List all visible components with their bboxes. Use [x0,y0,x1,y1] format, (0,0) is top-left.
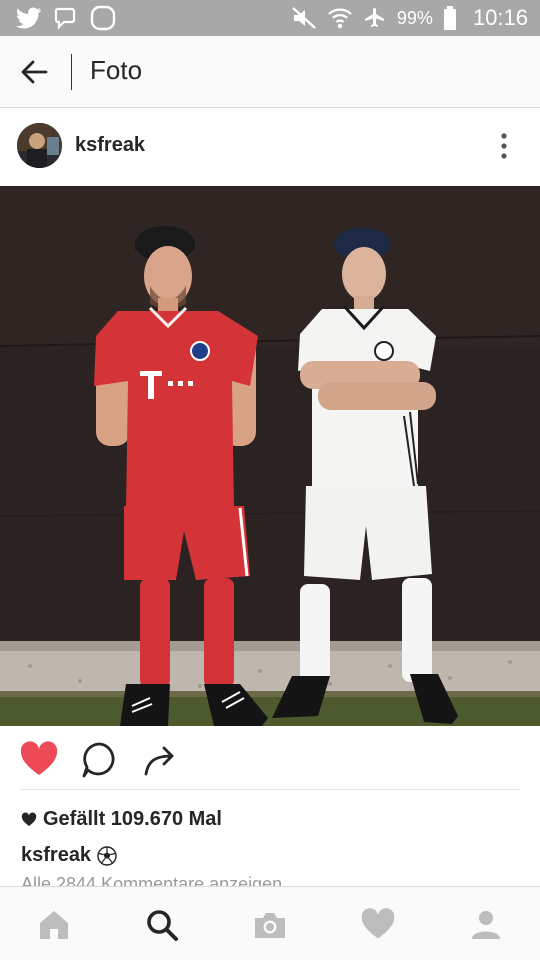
activity-heart-icon [360,907,396,943]
profile-icon [468,907,504,943]
avatar[interactable] [17,123,62,168]
share-button[interactable] [140,740,180,780]
top-header: Foto [0,36,540,108]
nav-camera[interactable] [252,907,288,943]
post-username[interactable]: ksfreak [75,134,145,157]
comment-button[interactable] [80,740,120,780]
nav-profile[interactable] [468,907,504,943]
battery-level: 99% [396,7,433,28]
camera-icon [252,907,288,943]
actions-divider [20,789,520,790]
likes-count[interactable]: Gefällt 109.670 Mal [21,808,222,831]
more-options-button[interactable] [492,132,516,162]
caption-username[interactable]: ksfreak [21,844,91,867]
mute-icon [291,6,317,30]
search-icon [144,907,180,943]
nav-search[interactable] [144,907,180,943]
header-divider [71,54,72,90]
back-button[interactable] [16,54,52,90]
clock: 10:16 [472,5,528,30]
post-photo[interactable] [0,186,540,726]
post-actions [0,726,540,790]
nav-home[interactable] [36,907,72,943]
status-bar: 99% 10:16 [0,0,540,36]
message-icon [54,6,78,30]
twitter-icon [16,7,42,29]
arrow-left-icon [16,54,52,90]
bottom-nav [0,886,540,960]
heart-icon [19,740,59,780]
soccer-ball-icon [97,845,117,866]
like-button[interactable] [19,740,59,780]
caption: ksfreak [21,844,117,867]
post-header: ksfreak [0,108,540,186]
likes-text: Gefällt 109.670 Mal [43,808,222,830]
home-icon [36,907,72,943]
wifi-icon [327,5,353,31]
page-title: Foto [90,55,143,85]
small-heart-icon [21,812,37,828]
share-icon [140,740,180,780]
airplane-icon [363,6,387,30]
comment-icon [80,740,120,780]
app-icon [90,5,116,31]
battery-icon [443,6,457,30]
more-vertical-icon [492,132,516,162]
nav-activity[interactable] [360,907,396,943]
